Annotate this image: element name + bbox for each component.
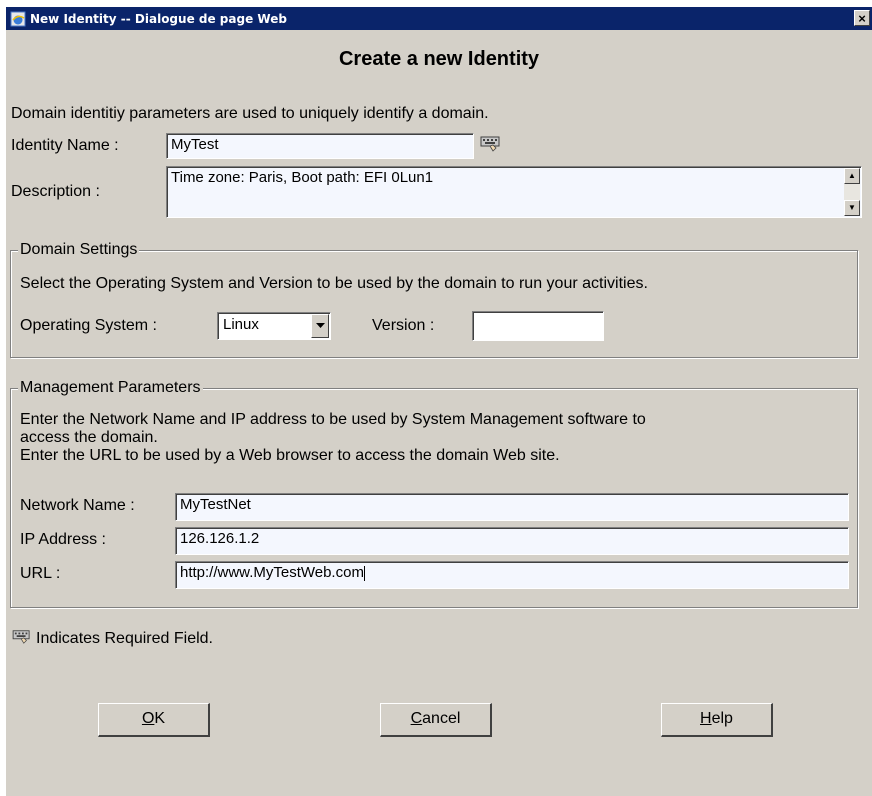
help-mnemonic: H [700,710,712,727]
cancel-label-rest: ancel [422,710,461,727]
description-text: Time zone: Paris, Boot path: EFI 0Lun1 [171,169,434,186]
ok-button[interactable]: OK [98,703,210,737]
identity-name-label: Identity Name : [11,137,119,154]
text-cursor [363,565,365,581]
os-selected-value: Linux [223,316,259,333]
management-hint-line1: Enter the Network Name and IP address to… [20,411,646,428]
ok-label-rest: K [154,710,166,727]
management-legend: Management Parameters [18,379,203,397]
management-hint-line2: access the domain. [20,429,158,446]
ok-mnemonic: O [141,710,155,727]
chevron-down-icon[interactable] [311,314,329,338]
dialog-window: New Identity -- Dialogue de page Web × C… [6,7,872,796]
domain-settings-group [10,250,858,358]
title-bar: New Identity -- Dialogue de page Web × [6,7,872,30]
url-label: URL : [20,565,61,582]
scroll-down-button[interactable]: ▼ [844,200,860,216]
keyboard-hand-icon [480,135,502,158]
ip-address-label: IP Address : [20,531,106,548]
management-hint-line3: Enter the URL to be used by a Web browse… [20,447,560,464]
scroll-up-button[interactable]: ▲ [844,168,860,184]
description-label: Description : [11,183,100,200]
version-field[interactable] [472,311,604,341]
page-title: Create a new Identity [338,48,540,70]
network-name-label: Network Name : [20,497,135,514]
help-label-rest: elp [711,710,733,727]
intro-text: Domain identitiy parameters are used to … [11,105,489,122]
window-title: New Identity -- Dialogue de page Web [30,11,287,26]
close-button[interactable]: × [854,10,870,26]
help-button[interactable]: Help [661,703,773,737]
os-label: Operating System : [20,317,157,334]
cancel-button[interactable]: Cancel [380,703,492,737]
description-scrollbar[interactable]: ▲ ▼ [844,168,860,216]
identity-name-field[interactable]: MyTest [166,133,474,159]
required-keyboard-icon [12,629,32,650]
description-field[interactable]: Time zone: Paris, Boot path: EFI 0Lun1 ▲… [166,166,862,218]
ie-page-icon [10,11,26,27]
version-label: Version : [372,317,435,334]
os-select[interactable]: Linux [217,312,331,340]
required-note: Indicates Required Field. [36,630,213,647]
network-name-field[interactable]: MyTestNet [175,493,849,521]
ip-address-field[interactable]: 126.126.1.2 [175,527,849,555]
domain-settings-hint: Select the Operating System and Version … [20,275,648,292]
url-field[interactable]: http://www.MyTestWeb.com [175,561,849,589]
domain-settings-legend: Domain Settings [18,241,140,259]
cancel-mnemonic: C [410,710,423,727]
url-value: http://www.MyTestWeb.com [180,564,364,581]
